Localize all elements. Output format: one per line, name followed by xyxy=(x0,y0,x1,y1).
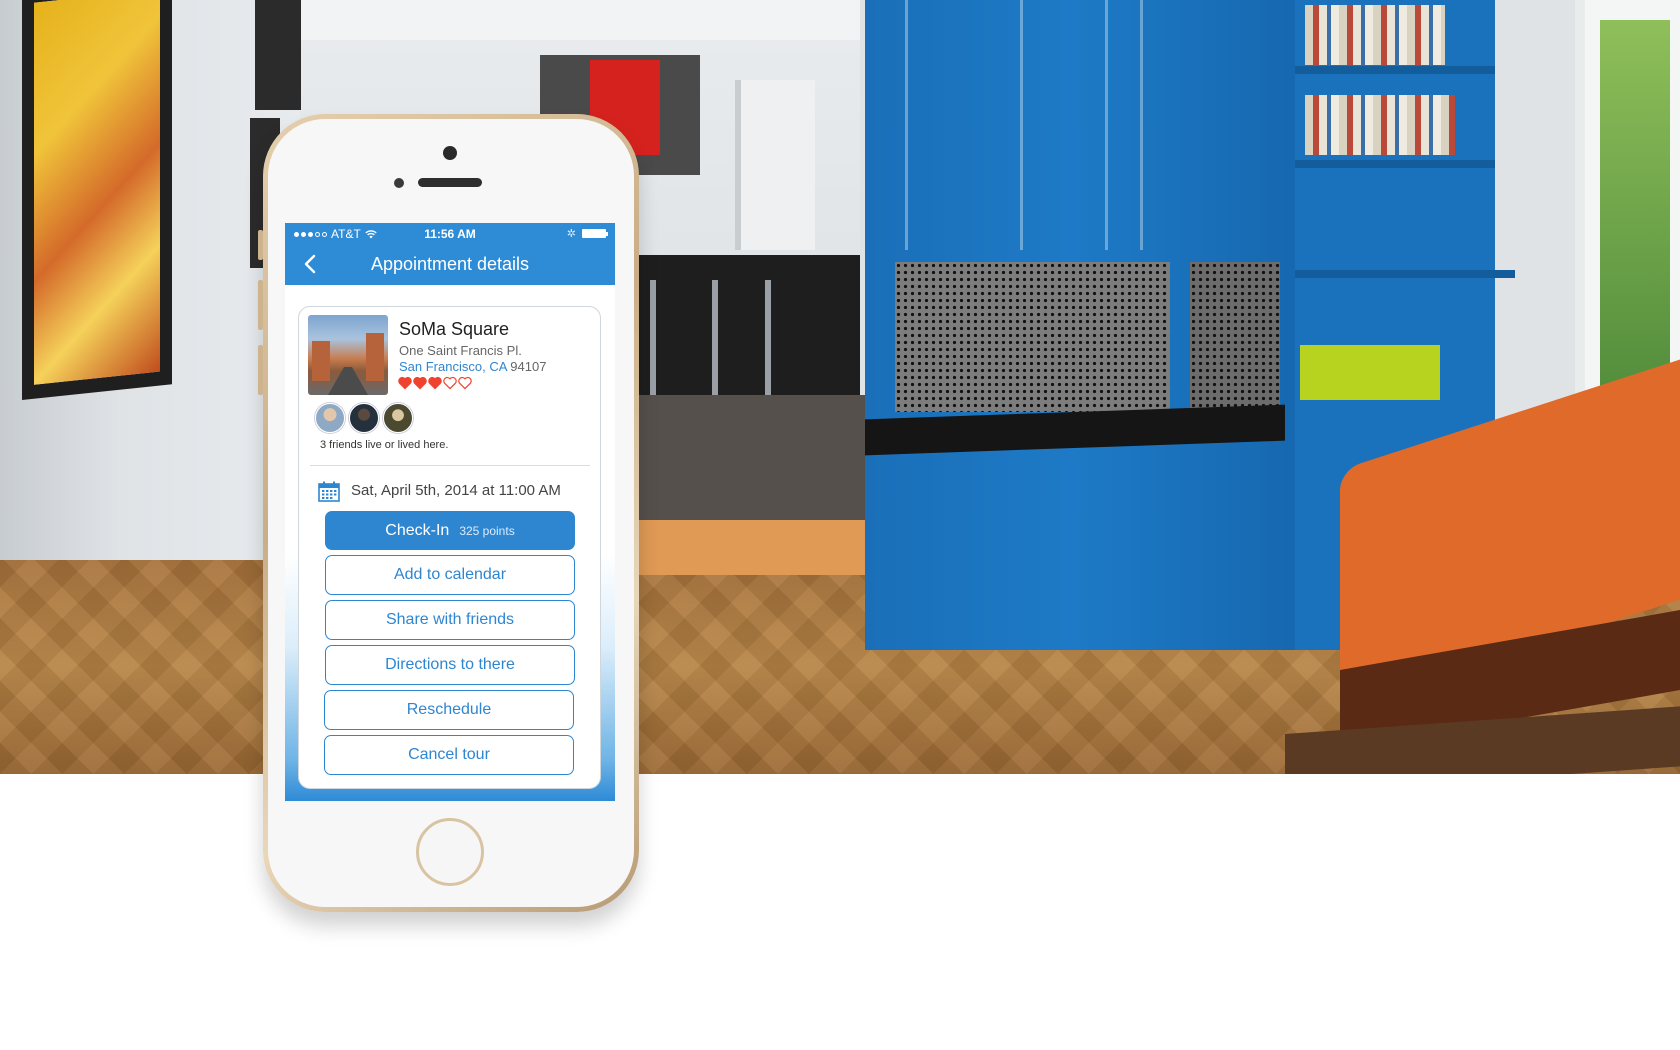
avatar[interactable] xyxy=(383,403,413,433)
reschedule-button[interactable]: Reschedule xyxy=(324,690,574,730)
friends-caption: 3 friends live or lived here. xyxy=(320,439,449,451)
property-city-line: San Francisco, CA 94107 xyxy=(399,359,546,374)
property-zip: 94107 xyxy=(510,359,547,374)
heart-filled-icon xyxy=(413,376,427,390)
books xyxy=(1305,5,1445,65)
heart-outline-icon xyxy=(443,376,457,390)
photo-building xyxy=(312,341,330,381)
wall-frame xyxy=(255,0,301,110)
cancel-tour-button[interactable]: Cancel tour xyxy=(324,735,574,775)
shelf-board xyxy=(1295,160,1495,168)
heart-filled-icon xyxy=(398,376,412,390)
earpiece-speaker xyxy=(418,178,482,187)
green-tray xyxy=(1300,345,1440,400)
ceiling xyxy=(300,0,860,40)
bar-stool xyxy=(712,280,718,410)
check-in-button[interactable]: Check-In 325 points xyxy=(325,511,575,550)
perforated-panel xyxy=(895,262,1170,412)
check-in-label: Check-In xyxy=(385,522,450,539)
appointment-card-layer: SoMa Square One Saint Francis Pl. San Fr… xyxy=(285,223,615,801)
divider xyxy=(310,465,590,466)
share-with-friends-button[interactable]: Share with friends xyxy=(325,600,575,640)
mute-switch xyxy=(258,230,263,260)
avatar[interactable] xyxy=(349,403,379,433)
wall-painting xyxy=(22,0,172,400)
bar-stool xyxy=(650,280,656,410)
doorway xyxy=(735,80,815,250)
property-city-link[interactable]: San Francisco, CA xyxy=(399,359,507,374)
window-view xyxy=(1600,20,1670,420)
cabinet-door-line xyxy=(905,0,908,250)
cabinet-door-line xyxy=(1105,0,1108,250)
rating-hearts xyxy=(398,376,472,390)
cabinet-door-line xyxy=(1140,0,1143,250)
photo-walkway xyxy=(328,367,368,395)
heart-filled-icon xyxy=(428,376,442,390)
property-name: SoMa Square xyxy=(399,319,510,339)
appointment-date: Sat, April 5th, 2014 at 11:00 AM xyxy=(351,482,561,499)
avatar[interactable] xyxy=(315,403,345,433)
proximity-sensor xyxy=(394,178,404,188)
photo-building xyxy=(366,333,384,381)
perforated-panel xyxy=(1190,262,1280,412)
volume-up-button xyxy=(258,280,263,330)
property-photo[interactable] xyxy=(308,315,388,395)
bed-frame xyxy=(610,520,880,575)
heart-outline-icon xyxy=(458,376,472,390)
volume-down-button xyxy=(258,345,263,395)
check-in-points: 325 points xyxy=(459,524,515,538)
friends-avatars xyxy=(315,403,413,433)
directions-button[interactable]: Directions to there xyxy=(325,645,575,685)
cabinet-door-line xyxy=(1020,0,1023,250)
add-to-calendar-button[interactable]: Add to calendar xyxy=(325,555,575,595)
bar-stool xyxy=(765,280,771,410)
shelf-board xyxy=(1295,270,1515,278)
home-button[interactable] xyxy=(416,818,484,886)
books xyxy=(1305,95,1455,155)
front-camera xyxy=(443,146,457,160)
shelf-board xyxy=(1295,66,1495,74)
calendar-icon xyxy=(318,481,340,502)
background-room-photo xyxy=(0,0,1680,774)
property-street: One Saint Francis Pl. xyxy=(399,343,522,358)
